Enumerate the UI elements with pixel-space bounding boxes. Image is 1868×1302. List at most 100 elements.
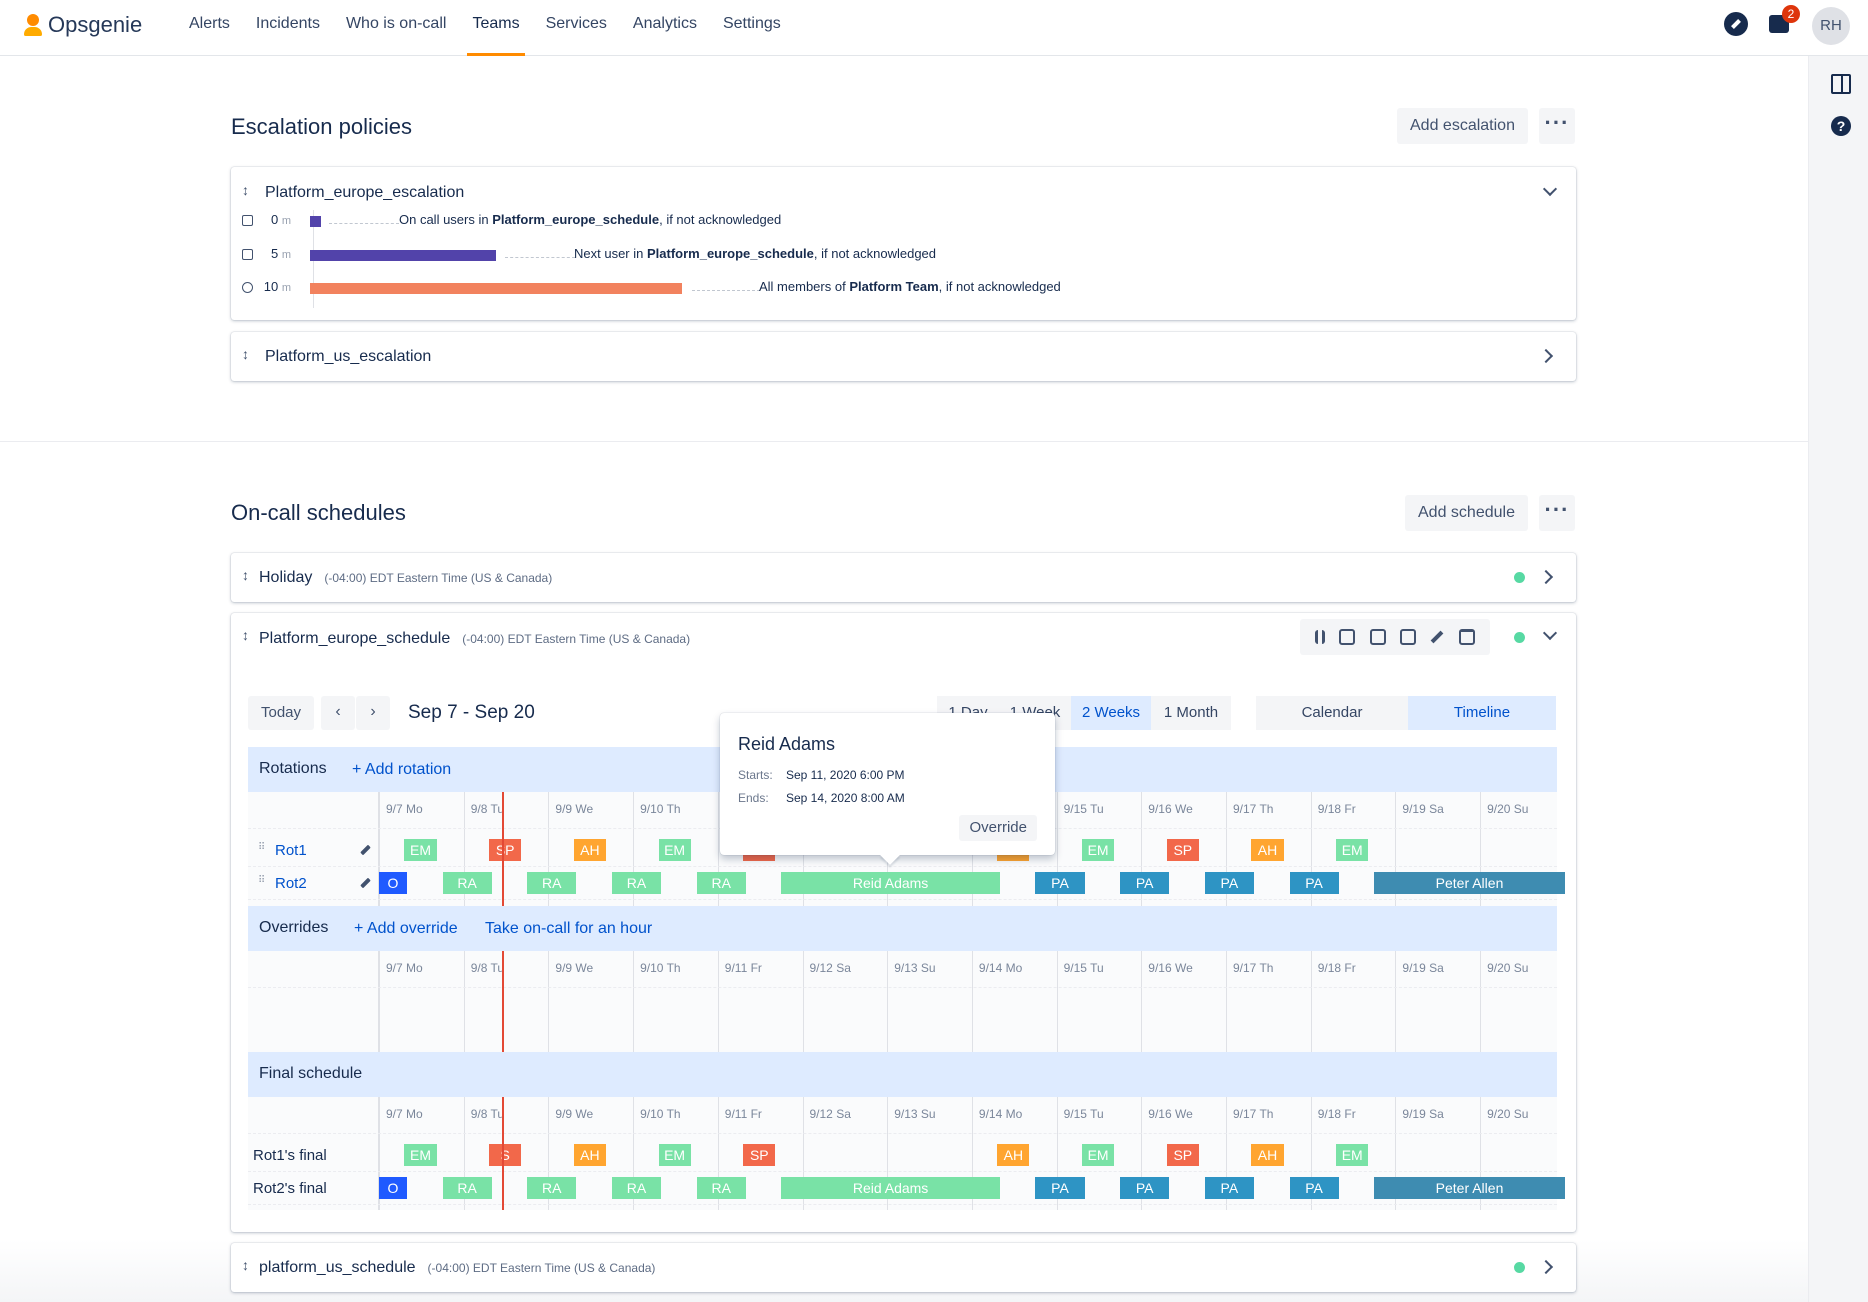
row-label[interactable]: Rot2 <box>275 875 307 892</box>
shift-block[interactable]: PA <box>1204 872 1254 894</box>
add-override-link[interactable]: + Add override <box>354 920 458 938</box>
zoom-1-month[interactable]: 1 Month <box>1151 696 1231 730</box>
drag-handle-icon[interactable]: ↕ <box>242 182 249 198</box>
help-icon[interactable]: ? <box>1831 116 1851 136</box>
calendar-icon[interactable] <box>1339 629 1356 645</box>
schedule-name[interactable]: Platform_europe_schedule (-04:00) EDT Eas… <box>259 630 690 648</box>
drag-handle-icon[interactable]: ↕ <box>242 627 249 643</box>
add-escalation-button[interactable]: Add escalation <box>1397 108 1528 144</box>
zoom-2-weeks[interactable]: 2 Weeks <box>1071 696 1151 730</box>
nav-who-is-on-call[interactable]: Who is on-call <box>333 0 459 56</box>
shift-block[interactable]: AH <box>1251 1144 1284 1166</box>
shift-block[interactable]: EM <box>1336 1144 1369 1166</box>
nav-incidents[interactable]: Incidents <box>243 0 333 56</box>
schedule-name[interactable]: platform_us_schedule (-04:00) EDT Eastern… <box>259 1259 655 1277</box>
shift-block[interactable]: EM <box>658 1144 691 1166</box>
shift-block[interactable]: SP <box>489 839 522 861</box>
shift-block[interactable]: SP <box>743 1144 776 1166</box>
schedule-card-us[interactable]: ↕ platform_us_schedule (-04:00) EDT Easte… <box>231 1243 1576 1292</box>
shift-block[interactable]: AH <box>1251 839 1284 861</box>
escalation-more-button[interactable]: ··· <box>1539 108 1575 144</box>
drag-handle-icon[interactable]: ⠿ <box>258 875 265 886</box>
shift-block[interactable]: RA <box>442 872 492 894</box>
edit-rotation-icon[interactable] <box>360 877 371 889</box>
export-calendar-icon[interactable] <box>1369 629 1386 645</box>
shift-block[interactable]: RA <box>696 872 746 894</box>
nav-analytics[interactable]: Analytics <box>620 0 710 56</box>
shift-block[interactable]: RA <box>611 1177 662 1199</box>
edit-icon[interactable] <box>1431 630 1444 644</box>
shift-block[interactable]: Peter Allen <box>1374 872 1565 894</box>
next-button[interactable]: › <box>356 696 390 730</box>
shift-block[interactable]: EM <box>1336 839 1369 861</box>
copy-icon[interactable] <box>1400 629 1417 645</box>
shift-block[interactable]: PA <box>1289 1177 1339 1199</box>
shift-block[interactable]: RA <box>527 872 577 894</box>
shift-block[interactable]: O <box>379 872 407 894</box>
side-panel-icon[interactable] <box>1831 74 1851 94</box>
shift-block[interactable]: AH <box>573 839 606 861</box>
escalation-card-us[interactable]: ↕ Platform_us_escalation <box>231 332 1576 381</box>
schedule-name[interactable]: Holiday (-04:00) EDT Eastern Time (US & C… <box>259 569 552 587</box>
shift-block[interactable]: EM <box>1082 839 1115 861</box>
collapse-chevron-icon[interactable] <box>1542 181 1558 197</box>
shift-block[interactable]: PA <box>1204 1177 1254 1199</box>
shift-block[interactable]: Peter Allen <box>1374 1177 1565 1199</box>
shift-block[interactable]: O <box>379 1177 407 1199</box>
rule-connector <box>692 290 760 291</box>
shift-block[interactable]: EM <box>404 1144 437 1166</box>
shift-block[interactable]: PA <box>1035 872 1085 894</box>
collapse-chevron-icon[interactable] <box>1542 625 1558 641</box>
shift-block[interactable]: RA <box>696 1177 746 1199</box>
shift-block[interactable]: PA <box>1289 872 1339 894</box>
drag-handle-icon[interactable]: ↕ <box>242 1257 249 1273</box>
expand-chevron-icon[interactable] <box>1538 1259 1554 1275</box>
shift-block[interactable]: PA <box>1120 872 1170 894</box>
expand-chevron-icon[interactable] <box>1538 348 1554 364</box>
add-rotation-link[interactable]: + Add rotation <box>352 761 451 779</box>
shift-block[interactable]: RA <box>442 1177 492 1199</box>
escalation-name[interactable]: Platform_europe_escalation <box>265 184 464 202</box>
expand-chevron-icon[interactable] <box>1538 569 1554 585</box>
shift-block[interactable]: RA <box>611 872 662 894</box>
nav-alerts[interactable]: Alerts <box>176 0 243 56</box>
shift-block[interactable]: PA <box>1120 1177 1170 1199</box>
shift-block[interactable]: Reid Adams <box>781 1177 1000 1199</box>
shift-block[interactable]: AH <box>573 1144 606 1166</box>
day-label: 9/16 We <box>1148 961 1193 975</box>
nav-services[interactable]: Services <box>533 0 620 56</box>
shift-block[interactable]: EM <box>404 839 437 861</box>
take-on-call-link[interactable]: Take on-call for an hour <box>485 920 652 938</box>
schedule-more-button[interactable]: ··· <box>1539 495 1575 531</box>
shift-block[interactable]: SP <box>1166 839 1199 861</box>
shift-block[interactable]: S <box>489 1144 522 1166</box>
shift-block[interactable]: AH <box>997 1144 1030 1166</box>
schedule-card-holiday[interactable]: ↕ Holiday (-04:00) EDT Eastern Time (US &… <box>231 553 1576 602</box>
shift-block[interactable]: Reid Adams <box>781 872 1000 894</box>
shift-block[interactable]: RA <box>527 1177 577 1199</box>
prev-button[interactable]: ‹ <box>321 696 355 730</box>
user-avatar[interactable]: RH <box>1812 7 1850 45</box>
compass-icon[interactable] <box>1724 12 1748 36</box>
pause-icon[interactable] <box>1315 630 1326 644</box>
add-schedule-button[interactable]: Add schedule <box>1405 495 1528 531</box>
row-label[interactable]: Rot1 <box>275 842 307 859</box>
drag-handle-icon[interactable]: ⠿ <box>258 842 265 853</box>
shift-block[interactable]: PA <box>1035 1177 1085 1199</box>
today-button[interactable]: Today <box>248 696 315 730</box>
drag-handle-icon[interactable]: ↕ <box>242 567 249 583</box>
view-calendar[interactable]: Calendar <box>1256 696 1408 730</box>
edit-rotation-icon[interactable] <box>360 844 371 856</box>
escalation-name[interactable]: Platform_us_escalation <box>265 348 431 366</box>
override-button[interactable]: Override <box>959 815 1037 841</box>
opsgenie-logo[interactable]: Opsgenie <box>24 12 142 38</box>
view-timeline[interactable]: Timeline <box>1408 696 1556 730</box>
shift-block[interactable]: EM <box>1082 1144 1115 1166</box>
shift-block[interactable]: SP <box>1166 1144 1199 1166</box>
delete-icon[interactable] <box>1458 629 1475 645</box>
shift-block[interactable]: EM <box>658 839 691 861</box>
drag-handle-icon[interactable]: ↕ <box>242 346 249 362</box>
nav-settings[interactable]: Settings <box>710 0 794 56</box>
schedule-timezone: (-04:00) EDT Eastern Time (US & Canada) <box>324 571 553 585</box>
nav-teams[interactable]: Teams <box>459 0 532 56</box>
